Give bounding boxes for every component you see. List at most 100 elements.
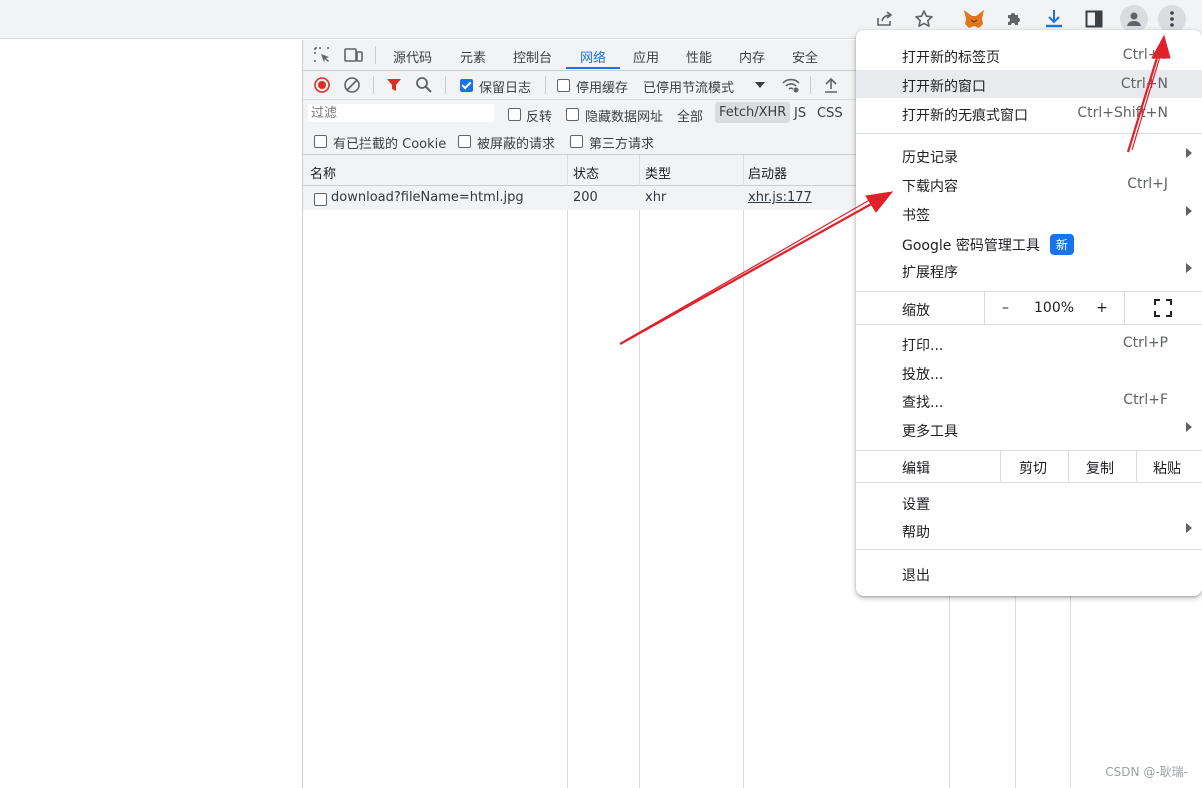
puzzle-icon[interactable] — [1000, 5, 1028, 33]
menu-divider — [856, 133, 1202, 134]
menu-item-more-tools[interactable]: 更多工具 — [856, 415, 1202, 443]
menu-label: 退出 — [902, 568, 930, 584]
menu-label-text: Google 密码管理工具 — [902, 238, 1040, 254]
menu-divider — [856, 549, 1202, 550]
star-icon[interactable] — [910, 5, 938, 33]
fox-extension-icon[interactable] — [960, 5, 988, 33]
menu-item-extensions[interactable]: 扩展程序 — [856, 256, 1202, 284]
zoom-label: 缩放 — [902, 303, 930, 319]
menu-label: 下载内容 — [902, 179, 958, 195]
edit-divider — [1000, 451, 1001, 482]
menu-item-exit[interactable]: 退出 — [856, 559, 1202, 587]
zoom-level: 100% — [1034, 300, 1075, 316]
menu-divider — [856, 482, 1202, 483]
column-name[interactable]: 名称 — [310, 163, 336, 182]
menu-item-settings[interactable]: 设置 — [856, 488, 1202, 516]
dropdown-arrow-icon[interactable] — [755, 82, 765, 88]
tab-security[interactable]: 安全 — [792, 47, 818, 66]
preserve-log-label: 保留日志 — [479, 81, 532, 96]
request-name[interactable]: download?fileName=html.jpg — [331, 190, 524, 205]
download-icon[interactable] — [1040, 5, 1068, 33]
type-filter-js[interactable]: JS — [794, 106, 806, 121]
invert-label: 反转 — [526, 110, 553, 125]
menu-item-bookmarks[interactable]: 书签 — [856, 199, 1202, 227]
blocked-cookies-checkbox[interactable] — [314, 135, 327, 148]
filter-input[interactable] — [308, 104, 494, 122]
menu-item-incognito[interactable]: 打开新的无痕式窗口 Ctrl+Shift+N — [856, 99, 1202, 127]
menu-item-help[interactable]: 帮助 — [856, 516, 1202, 544]
blocked-requests-checkbox[interactable] — [458, 135, 471, 148]
invert-checkbox[interactable] — [508, 108, 521, 121]
menu-shortcut: Ctrl+Shift+N — [1077, 105, 1168, 121]
type-filter-css[interactable]: CSS — [817, 106, 843, 121]
request-status: 200 — [573, 190, 598, 205]
menu-label: 历史记录 — [902, 150, 958, 166]
third-party-label: 第三方请求 — [589, 137, 655, 152]
blocked-requests-label: 被屏蔽的请求 — [477, 137, 556, 152]
inspect-element-icon[interactable] — [313, 46, 331, 68]
cut-button[interactable]: 剪切 — [1019, 458, 1047, 478]
menu-item-find[interactable]: 查找... Ctrl+F — [856, 386, 1202, 414]
menu-item-history[interactable]: 历史记录 — [856, 141, 1202, 169]
profile-icon[interactable] — [1120, 5, 1148, 33]
disable-cache-checkbox[interactable] — [557, 79, 570, 92]
menu-label: 书签 — [902, 208, 930, 224]
column-divider — [567, 155, 568, 788]
throttling-select[interactable]: 已停用节流模式 — [643, 77, 734, 96]
tab-console[interactable]: 控制台 — [513, 47, 552, 66]
side-panel-icon[interactable] — [1080, 5, 1108, 33]
menu-shortcut: Ctrl+J — [1127, 176, 1168, 192]
hide-data-urls-label: 隐藏数据网址 — [585, 110, 664, 125]
menu-item-new-window[interactable]: 打开新的窗口 Ctrl+N — [856, 70, 1202, 98]
menu-label: Google 密码管理工具新 — [902, 234, 1074, 255]
tab-memory[interactable]: 内存 — [739, 47, 765, 66]
divider — [373, 76, 374, 94]
submenu-arrow-icon — [1186, 523, 1192, 533]
disable-cache-label: 停用缓存 — [576, 81, 629, 96]
tab-sources[interactable]: 源代码 — [393, 47, 432, 66]
tab-network[interactable]: 网络 — [580, 47, 606, 66]
hide-data-urls-checkbox[interactable] — [566, 108, 579, 121]
tab-application[interactable]: 应用 — [633, 47, 659, 66]
menu-label: 帮助 — [902, 525, 930, 541]
menu-item-password-manager[interactable]: Google 密码管理工具新 — [856, 228, 1202, 256]
tab-elements[interactable]: 元素 — [460, 47, 486, 66]
filter-icon[interactable] — [385, 76, 403, 98]
zoom-out-button[interactable]: – — [1002, 300, 1009, 316]
new-badge: 新 — [1049, 234, 1074, 255]
active-tab-underline — [566, 67, 620, 69]
search-icon[interactable] — [415, 76, 433, 98]
menu-row-edit: 编辑 剪切 复制 粘贴 — [856, 452, 1202, 480]
menu-label: 投放... — [902, 367, 944, 383]
column-status[interactable]: 状态 — [573, 163, 599, 182]
menu-label: 打开新的窗口 — [902, 79, 986, 95]
paste-button[interactable]: 粘贴 — [1153, 458, 1181, 478]
edit-divider — [1068, 451, 1069, 482]
menu-label: 扩展程序 — [902, 265, 958, 281]
tab-performance[interactable]: 性能 — [686, 47, 712, 66]
record-icon[interactable] — [313, 76, 331, 98]
watermark: CSDN @-耿瑞- — [1105, 765, 1188, 779]
network-conditions-icon[interactable] — [781, 76, 801, 98]
clear-icon[interactable] — [343, 76, 361, 98]
column-type[interactable]: 类型 — [645, 163, 671, 182]
menu-item-print[interactable]: 打印... Ctrl+P — [856, 329, 1202, 357]
fullscreen-icon[interactable] — [1154, 299, 1172, 321]
device-toggle-icon[interactable] — [343, 46, 363, 68]
column-initiator[interactable]: 启动器 — [748, 163, 787, 182]
type-filter-fetch-xhr[interactable]: Fetch/XHR — [715, 102, 791, 123]
menu-item-downloads[interactable]: 下载内容 Ctrl+J — [856, 170, 1202, 198]
more-vert-icon[interactable] — [1158, 5, 1186, 33]
upload-har-icon[interactable] — [823, 76, 839, 98]
share-icon[interactable] — [870, 5, 898, 33]
request-initiator-link[interactable]: xhr.js:177 — [748, 190, 812, 205]
divider — [445, 76, 446, 94]
menu-item-new-tab[interactable]: 打开新的标签页 Ctrl+T — [856, 41, 1202, 69]
preserve-log-checkbox[interactable] — [460, 79, 473, 92]
zoom-in-button[interactable]: + — [1096, 300, 1108, 316]
type-filter-all[interactable]: 全部 — [677, 106, 703, 125]
submenu-arrow-icon — [1186, 422, 1192, 432]
third-party-checkbox[interactable] — [570, 135, 583, 148]
menu-item-cast[interactable]: 投放... — [856, 358, 1202, 386]
copy-button[interactable]: 复制 — [1086, 458, 1114, 478]
